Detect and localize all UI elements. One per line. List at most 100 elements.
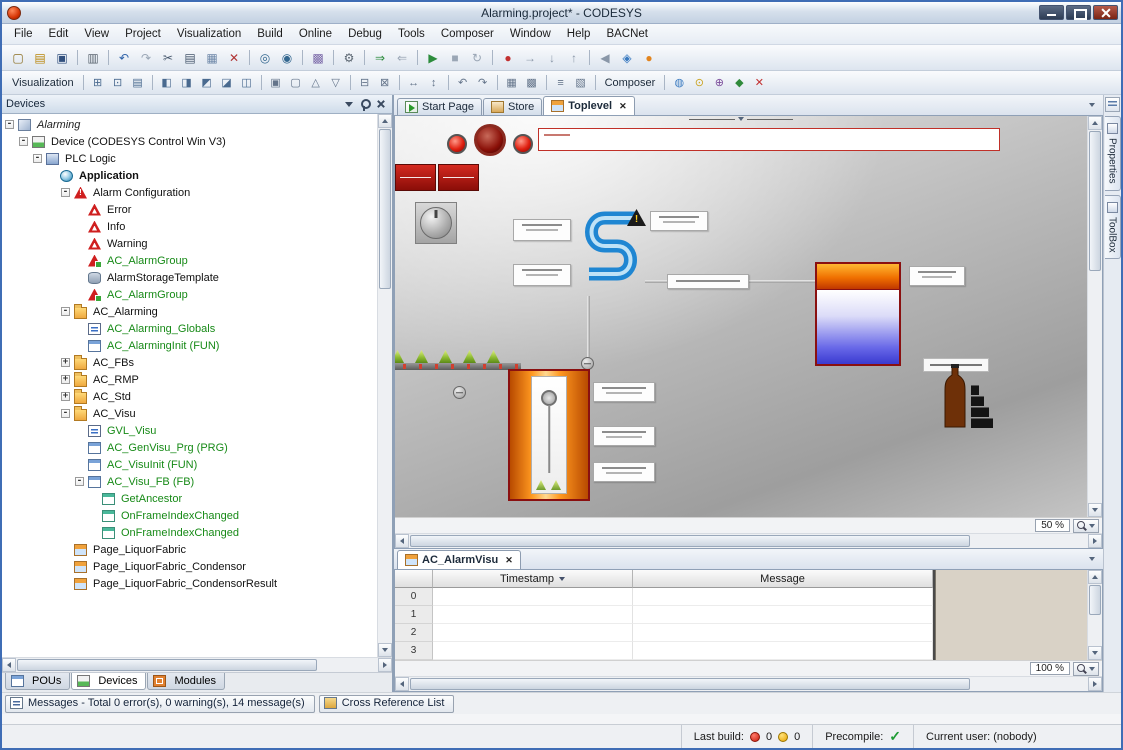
conveyor-belt[interactable] — [395, 363, 521, 370]
background-settings-icon[interactable]: ▩ — [523, 74, 541, 92]
text-list-icon[interactable]: ≡ — [552, 74, 570, 92]
hop-cone[interactable] — [463, 350, 476, 363]
menu-visualization[interactable]: Visualization — [169, 26, 249, 42]
alarm-vertical-scrollbar[interactable] — [1087, 570, 1102, 660]
alarm-banner-field[interactable] — [538, 128, 1000, 151]
window-list-icon[interactable] — [1105, 97, 1120, 112]
flow-control-icon[interactable]: ◈ — [617, 48, 637, 68]
tree-item-warning[interactable]: +Warning — [2, 235, 377, 252]
menu-online[interactable]: Online — [291, 26, 340, 42]
tree-vertical-scrollbar[interactable] — [377, 114, 392, 657]
title-bar[interactable]: Alarming.project* - CODESYS — [2, 2, 1121, 24]
minimize-button[interactable] — [1039, 5, 1064, 20]
panel-tab-modules[interactable]: Modules — [147, 673, 225, 690]
scroll-thumb[interactable] — [410, 535, 970, 547]
scroll-thumb[interactable] — [1089, 585, 1101, 615]
scroll-up-icon[interactable] — [1088, 116, 1102, 130]
size-height-icon[interactable]: ↕ — [425, 74, 443, 92]
tree-item-gvl-visu[interactable]: +GVL_Visu — [2, 422, 377, 439]
menu-tools[interactable]: Tools — [390, 26, 433, 42]
find-icon[interactable]: ◎ — [255, 48, 275, 68]
zoom-level[interactable]: 50 % — [1035, 519, 1070, 532]
maximize-button[interactable] — [1066, 5, 1091, 20]
composer-update-icon[interactable]: ◆ — [730, 74, 748, 92]
scroll-right-icon[interactable] — [378, 658, 392, 672]
composer-globe-icon[interactable]: ◍ — [670, 74, 688, 92]
tree-item-ac-visuinit-fun[interactable]: +AC_VisuInit (FUN) — [2, 456, 377, 473]
tree-expander-icon[interactable]: - — [61, 409, 70, 418]
alarm-table-row[interactable]: 2 — [395, 624, 933, 642]
screenshot-icon[interactable]: ▩ — [308, 48, 328, 68]
menu-composer[interactable]: Composer — [433, 26, 502, 42]
copy-icon[interactable]: ▤ — [180, 48, 200, 68]
zoom-tool-button[interactable] — [1073, 519, 1099, 533]
close-tab-icon[interactable] — [505, 555, 513, 566]
tree-expander-icon[interactable]: - — [5, 120, 14, 129]
hop-cone[interactable] — [395, 350, 404, 363]
tree-expander-icon[interactable]: - — [33, 154, 42, 163]
tree-expander-icon[interactable]: - — [19, 137, 28, 146]
alarm-ack-button[interactable] — [438, 164, 479, 191]
close-tab-icon[interactable] — [619, 101, 627, 112]
menu-debug[interactable]: Debug — [340, 26, 390, 42]
visu-element-list-icon[interactable]: ▤ — [129, 74, 147, 92]
tree-item-info[interactable]: +Info — [2, 218, 377, 235]
rotate-left-icon[interactable]: ↶ — [454, 74, 472, 92]
scroll-left-icon[interactable] — [2, 658, 16, 672]
scroll-left-icon[interactable] — [395, 534, 409, 548]
tree-item-page-liquorfabric[interactable]: +Page_LiquorFabric — [2, 541, 377, 558]
visu-text-label[interactable] — [650, 211, 708, 231]
splitter-handle[interactable] — [689, 117, 793, 121]
scroll-down-icon[interactable] — [1088, 646, 1102, 660]
cut-icon[interactable]: ✂ — [158, 48, 178, 68]
grid-settings-icon[interactable]: ▦ — [503, 74, 521, 92]
hop-cone[interactable] — [487, 350, 500, 363]
visu-text-label[interactable] — [513, 264, 571, 286]
tree-item-ac-alarmgroup[interactable]: +AC_AlarmGroup — [2, 252, 377, 269]
tree-item-device-codesys-control-win-v3[interactable]: -Device (CODESYS Control Win V3) — [2, 133, 377, 150]
scroll-left-icon[interactable] — [395, 677, 409, 691]
scroll-thumb[interactable] — [410, 678, 970, 690]
visu-text-label[interactable] — [909, 266, 965, 286]
tree-item-ac-alarmgroup[interactable]: +AC_AlarmGroup — [2, 286, 377, 303]
scroll-right-icon[interactable] — [1088, 677, 1102, 691]
tree-expander-icon[interactable]: - — [61, 307, 70, 316]
cross-reference-tab[interactable]: Cross Reference List — [319, 695, 455, 713]
close-button[interactable] — [1093, 5, 1118, 20]
step-out-icon[interactable]: ↑ — [564, 48, 584, 68]
composer-delete-icon[interactable]: ✕ — [750, 74, 768, 92]
valve-icon[interactable] — [453, 386, 466, 399]
crate-stack[interactable] — [971, 378, 993, 428]
scroll-right-icon[interactable] — [1088, 534, 1102, 548]
visu-text-label[interactable] — [667, 274, 749, 289]
tree-item-onframeindexchanged[interactable]: +OnFrameIndexChanged — [2, 524, 377, 541]
scroll-up-icon[interactable] — [378, 114, 392, 128]
step-over-icon[interactable]: → — [520, 48, 540, 68]
delete-icon[interactable]: ✕ — [224, 48, 244, 68]
tab-list-dropdown-icon[interactable] — [1084, 552, 1100, 566]
tree-expander-icon[interactable]: + — [61, 358, 70, 367]
side-tab-properties[interactable]: Properties — [1105, 116, 1121, 191]
scroll-thumb[interactable] — [1089, 131, 1101, 271]
tree-item-ac-alarming[interactable]: -AC_Alarming — [2, 303, 377, 320]
menu-edit[interactable]: Edit — [41, 26, 77, 42]
alarm-reset-button[interactable] — [395, 164, 436, 191]
column-header-timestamp[interactable]: Timestamp — [433, 570, 633, 588]
tree-item-page-liquorfabric-condensor[interactable]: +Page_LiquorFabric_Condensor — [2, 558, 377, 575]
start-icon[interactable]: ▶ — [423, 48, 443, 68]
visu-hotkeys-icon[interactable]: ⊡ — [109, 74, 127, 92]
align-center-icon[interactable]: ◫ — [238, 74, 256, 92]
menu-file[interactable]: File — [6, 26, 41, 42]
logout-icon[interactable]: ⇐ — [392, 48, 412, 68]
image-pool-icon[interactable]: ▧ — [572, 74, 590, 92]
side-tab-toolbox[interactable]: ToolBox — [1105, 195, 1121, 260]
storage-tank[interactable] — [815, 262, 901, 366]
panel-tab-devices[interactable]: Devices — [71, 673, 146, 690]
scroll-down-icon[interactable] — [378, 643, 392, 657]
alarm-lamp-icon[interactable] — [447, 134, 467, 154]
tree-item-alarm-configuration[interactable]: -Alarm Configuration — [2, 184, 377, 201]
hop-cone[interactable] — [415, 350, 428, 363]
tree-item-onframeindexchanged[interactable]: +OnFrameIndexChanged — [2, 507, 377, 524]
align-bottom-icon[interactable]: ◪ — [218, 74, 236, 92]
tree-item-ac-visu-fb-fb[interactable]: -AC_Visu_FB (FB) — [2, 473, 377, 490]
